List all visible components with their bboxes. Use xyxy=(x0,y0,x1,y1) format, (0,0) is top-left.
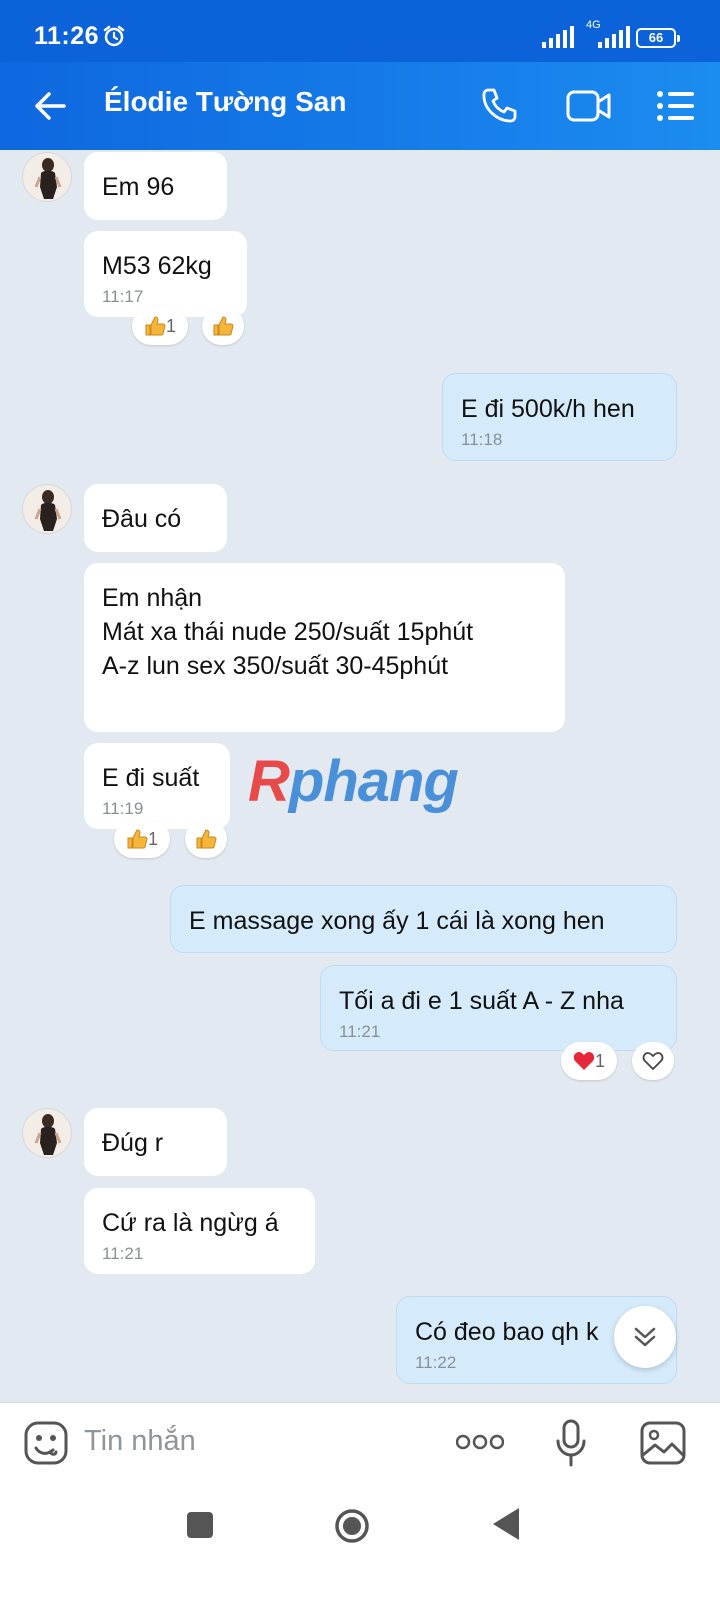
emoji-icon[interactable] xyxy=(24,1421,68,1470)
watermark-letter: R xyxy=(248,749,290,814)
image-icon[interactable] xyxy=(640,1421,686,1470)
phone-icon[interactable] xyxy=(480,86,518,129)
reaction-badge[interactable]: 1 xyxy=(114,820,170,858)
message-bubble[interactable]: Đúg r xyxy=(84,1108,227,1176)
avatar[interactable] xyxy=(22,1108,72,1158)
chat-header: Élodie Tường San xyxy=(0,62,720,150)
battery-icon: 66 xyxy=(636,28,680,48)
reaction-badge[interactable]: 1 xyxy=(132,307,188,345)
list-menu-icon[interactable] xyxy=(656,88,696,129)
message-bubble[interactable]: Em nhận Mát xa thái nude 250/suất 15phút… xyxy=(84,563,565,732)
alarm-icon xyxy=(102,24,126,53)
add-reaction-button[interactable] xyxy=(632,1042,674,1080)
message-text: E massage xong ấy 1 cái là xong hen xyxy=(189,907,605,935)
reaction-count: 1 xyxy=(165,315,176,336)
message-text: E đi 500k/h hen xyxy=(461,395,635,423)
more-dots-icon[interactable] xyxy=(455,1433,505,1456)
message-bubble[interactable]: Em 96 xyxy=(84,152,227,220)
signal-icon-2 xyxy=(598,26,630,53)
message-bubble[interactable]: Tối a đi e 1 suất A - Z nha 11:21 xyxy=(320,965,677,1051)
message-bubble[interactable]: Đâu có xyxy=(84,484,227,552)
status-time: 11:26 xyxy=(34,22,100,50)
reaction-count: 1 xyxy=(147,828,158,849)
video-camera-icon[interactable] xyxy=(566,88,612,129)
avatar[interactable] xyxy=(22,484,72,534)
message-text: Cứ ra là ngừg á xyxy=(102,1209,279,1237)
thumbs-up-icon xyxy=(196,829,217,849)
message-line: A-z lun sex 350/suất 30-45phút xyxy=(102,652,449,680)
scroll-to-bottom-button[interactable] xyxy=(614,1306,676,1368)
message-text: Có đeo bao qh k xyxy=(415,1318,599,1346)
watermark-logo: Rphang xyxy=(248,748,459,815)
message-time: 11:18 xyxy=(461,430,503,449)
system-nav-bar xyxy=(0,1484,720,1600)
message-text: Tối a đi e 1 suất A - Z nha xyxy=(339,987,624,1015)
contact-name[interactable]: Élodie Tường San xyxy=(104,86,346,118)
message-bubble[interactable]: Cứ ra là ngừg á 11:21 xyxy=(84,1188,315,1274)
battery-level: 66 xyxy=(648,30,664,45)
message-text: E đi suất xyxy=(102,764,200,792)
status-bar: 11:26 4G 66 xyxy=(0,0,720,62)
recent-apps-button[interactable] xyxy=(187,1512,213,1543)
message-text: M53 62kg xyxy=(102,252,212,280)
message-line: Em nhận xyxy=(102,584,203,612)
watermark-text: phang xyxy=(288,749,459,814)
microphone-icon[interactable] xyxy=(555,1419,587,1472)
message-time: 11:21 xyxy=(102,1244,144,1263)
message-text: Em 96 xyxy=(102,173,175,201)
home-button[interactable] xyxy=(334,1508,370,1549)
add-reaction-button[interactable] xyxy=(185,820,227,858)
message-bubble[interactable]: E đi suất 11:19 xyxy=(84,743,230,829)
heart-icon xyxy=(573,1052,595,1070)
reaction-count: 1 xyxy=(594,1050,605,1071)
message-time: 11:19 xyxy=(102,799,144,818)
heart-icon xyxy=(642,1052,664,1071)
back-button[interactable] xyxy=(493,1508,519,1545)
message-time: 11:21 xyxy=(339,1022,381,1041)
message-line: Mát xa thái nude 250/suất 15phút xyxy=(102,618,474,646)
add-reaction-button[interactable] xyxy=(202,307,244,345)
signal-icon xyxy=(542,26,574,53)
message-bubble[interactable]: E đi 500k/h hen 11:18 xyxy=(442,373,677,461)
message-bubble[interactable]: E massage xong ấy 1 cái là xong hen xyxy=(170,885,677,953)
message-bubble[interactable]: M53 62kg 11:17 xyxy=(84,231,247,317)
message-input[interactable]: Tin nhắn xyxy=(84,1425,196,1458)
chevron-double-down-icon xyxy=(634,1327,656,1347)
composer: Tin nhắn xyxy=(0,1402,720,1485)
thumbs-up-icon xyxy=(213,316,234,336)
thumbs-up-icon xyxy=(127,829,148,849)
message-text: Đâu có xyxy=(102,505,182,533)
message-time: 11:17 xyxy=(102,287,144,306)
reaction-badge[interactable]: 1 xyxy=(561,1042,617,1080)
avatar[interactable] xyxy=(22,152,72,202)
message-text: Đúg r xyxy=(102,1129,164,1157)
arrow-left-icon[interactable] xyxy=(32,88,68,129)
thumbs-up-icon xyxy=(145,316,166,336)
